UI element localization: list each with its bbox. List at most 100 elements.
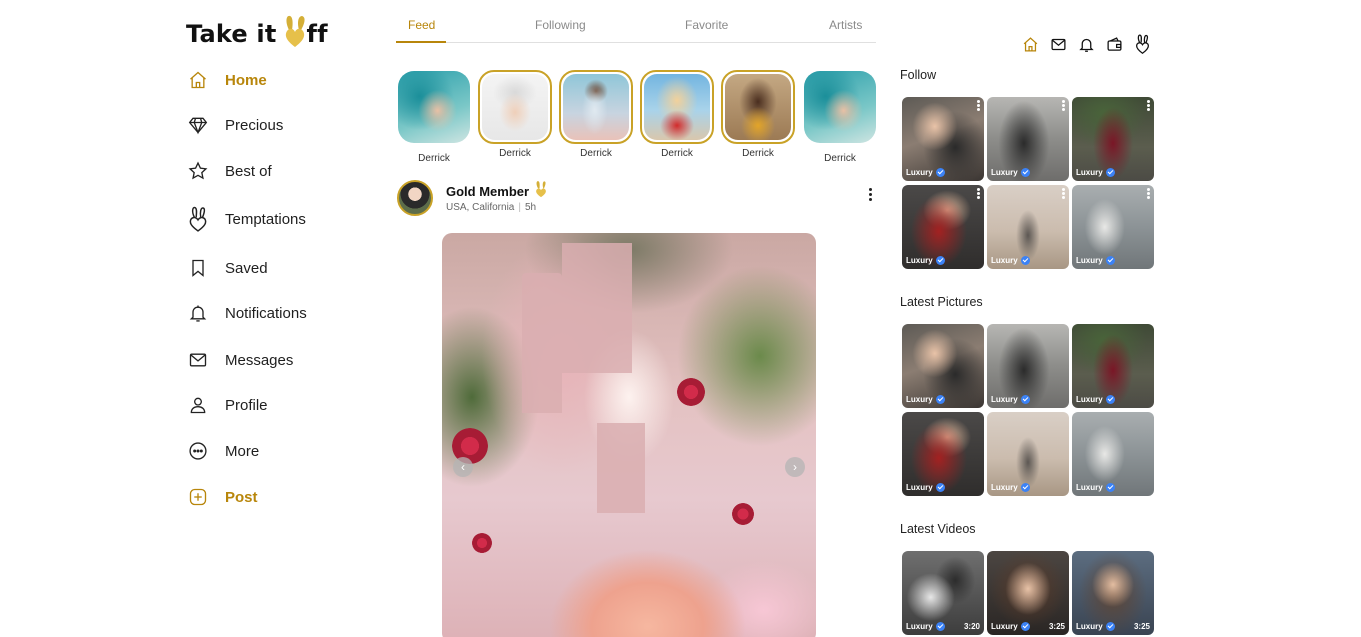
tab-favorite[interactable]: Favorite	[685, 18, 728, 32]
follow-thumb[interactable]: Luxury	[902, 185, 984, 269]
brand-logo[interactable]: Take it ff	[186, 8, 328, 48]
story-item[interactable]: Derrick	[477, 70, 553, 159]
verified-icon	[1020, 622, 1030, 631]
verified-icon	[935, 168, 945, 177]
thumb-label: Luxury	[1076, 256, 1115, 265]
image-detail	[597, 423, 645, 513]
thumb-more-icon[interactable]	[977, 188, 980, 199]
nav-item-saved[interactable]: Saved	[186, 250, 376, 286]
follow-thumb[interactable]: Luxury	[1072, 185, 1154, 269]
nav-label: Saved	[225, 259, 268, 277]
bunny-badge-icon	[534, 180, 548, 203]
nav-label: Notifications	[225, 304, 307, 322]
thumb-more-icon[interactable]	[977, 100, 980, 111]
story-image	[721, 70, 795, 144]
picture-thumb[interactable]: Luxury	[987, 324, 1069, 408]
nav-item-post[interactable]: Post	[186, 479, 376, 515]
brand-name-tail: ff	[306, 20, 328, 48]
thumb-more-icon[interactable]	[1062, 100, 1065, 111]
video-thumb[interactable]: Luxury 3:25	[1072, 551, 1154, 635]
verified-icon	[935, 256, 945, 265]
stories-row: Derrick Derrick Derrick Derrick Derrick …	[396, 70, 876, 165]
nav-item-precious[interactable]: Precious	[186, 107, 376, 143]
verified-icon	[1020, 256, 1030, 265]
nav-label: Best of	[225, 162, 272, 180]
verified-icon	[1105, 168, 1115, 177]
verified-icon	[935, 622, 945, 631]
nav-item-temptations[interactable]: Temptations	[186, 201, 376, 237]
star-icon	[186, 159, 210, 183]
story-name: Derrick	[742, 148, 774, 159]
carousel-prev-button[interactable]: ‹	[453, 457, 473, 477]
picture-thumb[interactable]: Luxury	[902, 324, 984, 408]
follow-thumb[interactable]: Luxury	[987, 185, 1069, 269]
thumb-label: Luxury	[906, 168, 945, 177]
story-item[interactable]: Derrick	[802, 71, 878, 164]
nav-item-notifications[interactable]: Notifications	[186, 295, 376, 331]
follow-thumb[interactable]: Luxury	[1072, 97, 1154, 181]
story-item[interactable]: Derrick	[720, 70, 796, 159]
plus-square-icon	[186, 485, 210, 509]
nav-label: Messages	[225, 351, 294, 369]
verified-icon	[1020, 483, 1030, 492]
story-name: Derrick	[499, 148, 531, 159]
verified-icon	[935, 483, 945, 492]
mail-icon	[186, 348, 210, 372]
picture-thumb[interactable]: Luxury	[1072, 412, 1154, 496]
thumb-more-icon[interactable]	[1147, 100, 1150, 111]
story-item[interactable]: Derrick	[639, 70, 715, 159]
more-circle-icon	[186, 439, 210, 463]
story-image	[478, 70, 552, 144]
avatar[interactable]	[397, 180, 433, 216]
carousel-next-button[interactable]: ›	[785, 457, 805, 477]
thumb-label: Luxury	[1076, 622, 1115, 631]
video-thumb[interactable]: Luxury 3:20	[902, 551, 984, 635]
bunny-heart-icon	[186, 206, 210, 232]
home-icon	[186, 68, 210, 92]
video-duration: 3:25	[1048, 622, 1065, 631]
image-detail	[562, 243, 632, 373]
bell-icon[interactable]	[1076, 34, 1096, 54]
feed-tabs: Feed Following Favorite Artists	[396, 0, 876, 43]
tab-feed[interactable]: Feed	[408, 18, 435, 32]
picture-thumb[interactable]: Luxury	[987, 412, 1069, 496]
post-author[interactable]: Gold Member	[446, 184, 529, 199]
tab-following[interactable]: Following	[535, 18, 586, 32]
tab-artists[interactable]: Artists	[829, 18, 862, 32]
follow-section-title: Follow	[900, 68, 937, 82]
thumb-label: Luxury	[991, 395, 1030, 404]
picture-thumb[interactable]: Luxury	[1072, 324, 1154, 408]
thumb-label: Luxury	[991, 168, 1030, 177]
nav-label: Precious	[225, 116, 284, 134]
image-detail	[522, 273, 562, 413]
home-icon[interactable]	[1020, 34, 1040, 54]
nav-item-more[interactable]: More	[186, 433, 376, 469]
thumb-more-icon[interactable]	[1062, 188, 1065, 199]
story-item[interactable]: Derrick	[558, 70, 634, 159]
picture-thumb[interactable]: Luxury	[902, 412, 984, 496]
bell-icon	[186, 301, 210, 325]
thumb-label: Luxury	[906, 256, 945, 265]
post-options-icon[interactable]	[867, 188, 873, 202]
follow-thumb[interactable]: Luxury	[902, 97, 984, 181]
nav-item-best-of[interactable]: Best of	[186, 153, 376, 189]
video-thumb[interactable]: Luxury 3:25	[987, 551, 1069, 635]
thumb-more-icon[interactable]	[1147, 188, 1150, 199]
nav-item-messages[interactable]: Messages	[186, 342, 376, 378]
nav-item-profile[interactable]: Profile	[186, 387, 376, 423]
story-name: Derrick	[824, 153, 856, 164]
story-item[interactable]: Derrick	[396, 71, 472, 164]
bunny-heart-icon[interactable]	[1132, 34, 1152, 54]
mail-icon[interactable]	[1048, 34, 1068, 54]
post-image[interactable]: ‹ ›	[442, 233, 816, 637]
wallet-icon[interactable]	[1104, 34, 1124, 54]
verified-icon	[935, 395, 945, 404]
latest-pictures-title: Latest Pictures	[900, 295, 983, 309]
brand-name: Take it	[186, 20, 277, 48]
follow-thumb[interactable]: Luxury	[987, 97, 1069, 181]
story-image	[398, 71, 470, 143]
nav-item-home[interactable]: Home	[186, 62, 376, 98]
story-name: Derrick	[580, 148, 612, 159]
thumb-label: Luxury	[1076, 168, 1115, 177]
meta-separator: |	[518, 202, 521, 213]
